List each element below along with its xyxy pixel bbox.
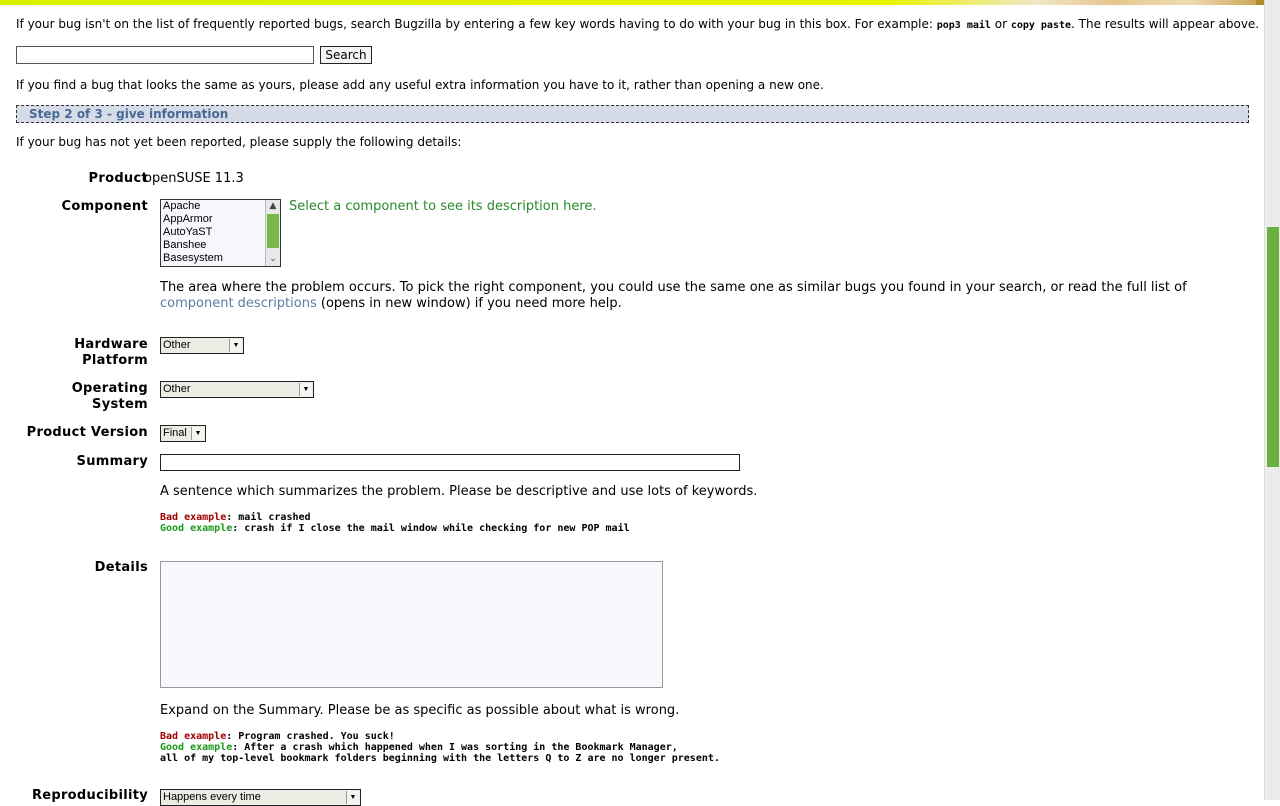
details-label: Details [94,560,148,575]
step-header: Step 2 of 3 - give information [16,105,1249,123]
component-description: Select a component to see its descriptio… [289,199,597,214]
search-example-2: copy paste [1010,20,1072,31]
product-label: Product [88,171,148,186]
details-good-example: Good example: After a crash which happen… [160,742,678,753]
component-descriptions-link[interactable]: component descriptions [160,296,317,311]
summary-help: A sentence which summarizes the problem.… [160,484,758,499]
component-listbox[interactable]: Apache AppArmor AutoYaST Banshee Basesys… [160,199,281,267]
scroll-down-icon[interactable]: ⌄ [266,253,280,266]
details-bad-example: Bad example: Program crashed. You suck! [160,731,395,742]
component-listbox-scrollbar[interactable]: ▲ ⌄ [265,200,280,266]
page-scrollbar[interactable] [1264,0,1280,800]
supply-details-text: If your bug has not yet been reported, p… [16,135,462,149]
duplicate-note: If you find a bug that looks the same as… [16,78,824,92]
chevron-down-icon: ▼ [346,791,359,804]
component-label: Component [61,199,148,214]
reproducibility-select[interactable]: Happens every time ▼ [160,789,361,806]
search-input[interactable] [16,46,314,64]
header-banner-strip [0,0,1264,5]
search-intro-text: If your bug isn't on the list of frequen… [16,17,1260,31]
summary-bad-example: Bad example: mail crashed [160,512,311,523]
header-banner-accent [1256,0,1264,5]
hardware-platform-label: Hardware Platform [74,337,148,368]
chevron-down-icon: ▼ [299,383,312,396]
component-option[interactable]: Apache [161,200,280,213]
chevron-down-icon: ▼ [229,339,242,352]
hardware-platform-select[interactable]: Other ▼ [160,337,244,354]
search-example-1: pop3 mail [936,20,991,31]
operating-system-label: Operating System [71,381,148,412]
summary-label: Summary [76,454,148,469]
scroll-up-icon[interactable]: ▲ [266,200,280,213]
component-help: The area where the problem occurs. To pi… [160,280,1187,311]
product-version-label: Product Version [26,425,148,440]
component-option[interactable]: Banshee [161,239,280,252]
details-good-example-line2: all of my top-level bookmark folders beg… [160,753,720,764]
component-option[interactable]: AutoYaST [161,226,280,239]
page-scroll-thumb[interactable] [1267,227,1279,467]
product-value: openSUSE 11.3 [144,171,244,186]
details-textarea[interactable] [160,561,663,688]
product-version-select[interactable]: Final ▼ [160,425,206,442]
chevron-down-icon: ▼ [191,427,204,440]
summary-good-example: Good example: crash if I close the mail … [160,523,630,534]
details-help: Expand on the Summary. Please be as spec… [160,703,680,718]
operating-system-select[interactable]: Other ▼ [160,381,314,398]
component-option[interactable]: AppArmor [161,213,280,226]
component-listbox-scroll-thumb[interactable] [267,214,279,248]
search-button[interactable]: Search [320,46,372,64]
summary-input[interactable] [160,454,740,471]
step-title: Step 2 of 3 - give information [29,107,229,121]
component-option[interactable]: Basesystem [161,252,280,265]
reproducibility-label: Reproducibility [31,788,148,803]
